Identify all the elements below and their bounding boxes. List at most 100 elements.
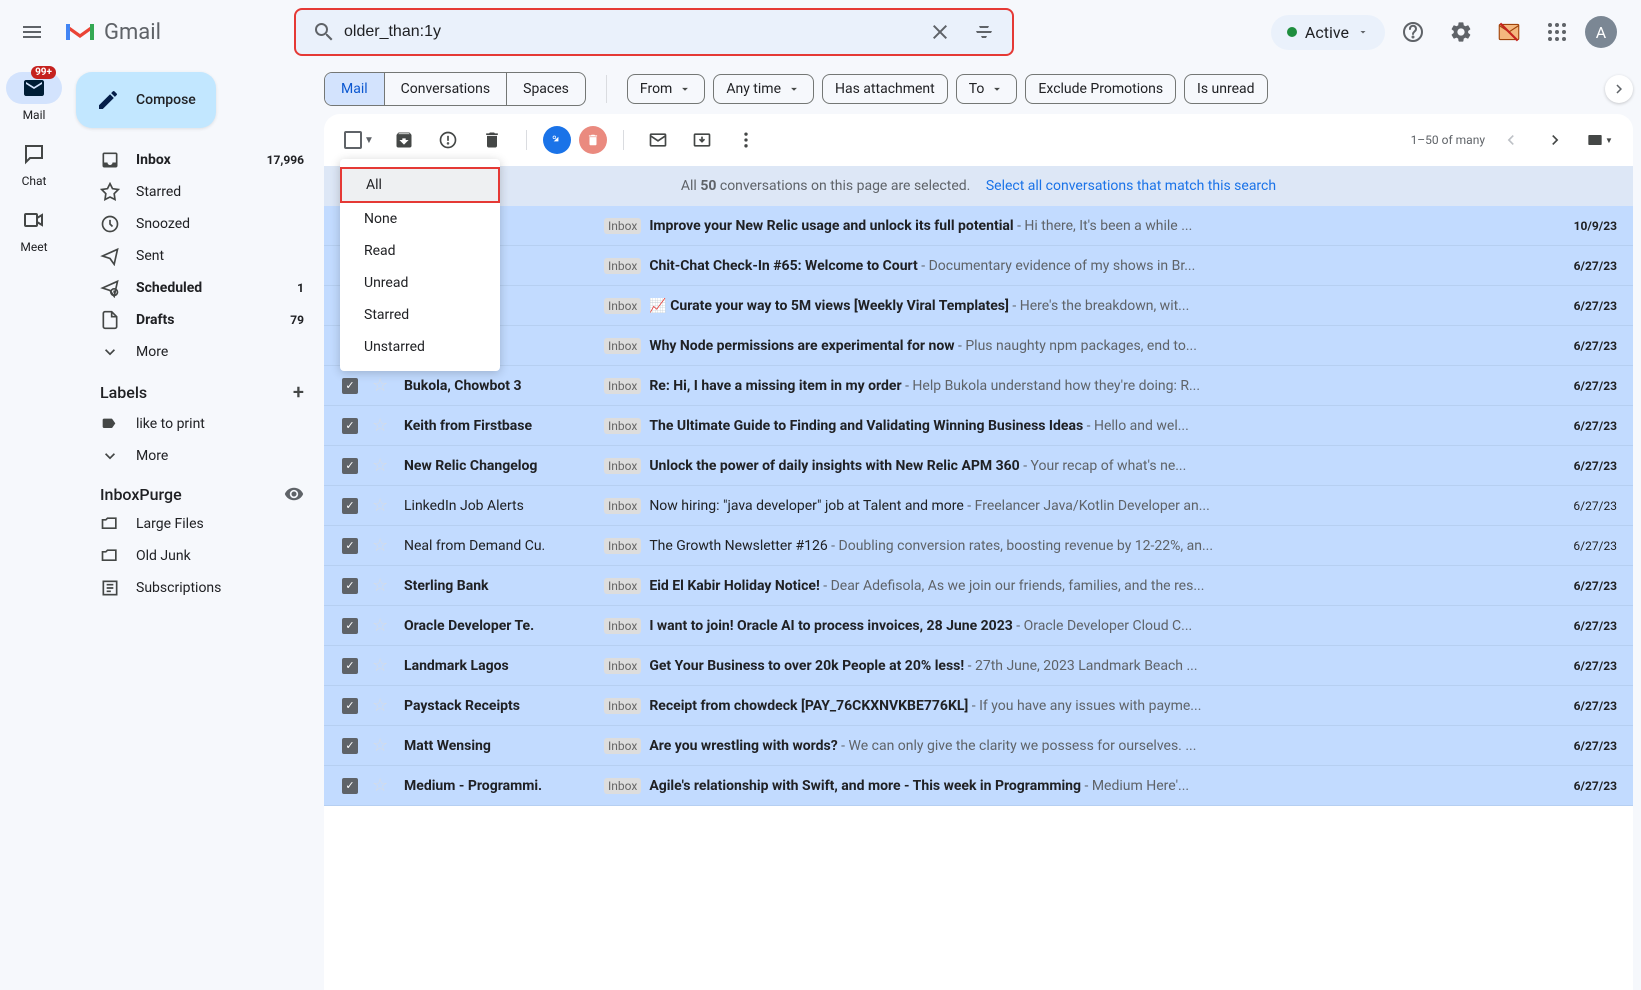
star-icon[interactable]: ☆ <box>372 735 392 756</box>
add-label-icon[interactable]: + <box>293 380 304 404</box>
sender: Sterling Bank <box>404 578 604 594</box>
filter-chip[interactable]: To <box>956 74 1018 104</box>
offline-mail-icon[interactable] <box>1489 12 1529 52</box>
filter-chip[interactable]: Has attachment <box>822 74 948 104</box>
star-icon[interactable]: ☆ <box>372 455 392 476</box>
rail-meet[interactable]: Meet <box>6 204 62 254</box>
row-checkbox[interactable] <box>340 578 360 594</box>
move-to-icon[interactable] <box>684 122 720 158</box>
inboxpurge-item[interactable]: Large Files <box>76 508 316 540</box>
eye-icon[interactable] <box>284 484 304 504</box>
row-checkbox[interactable] <box>340 658 360 674</box>
status-chip[interactable]: Active <box>1271 15 1385 50</box>
star-icon[interactable]: ☆ <box>372 375 392 396</box>
more-icon[interactable] <box>728 122 764 158</box>
apps-icon[interactable] <box>1537 12 1577 52</box>
email-row[interactable]: ☆ eshare Inbox 📈 Curate your way to 5M v… <box>324 286 1633 326</box>
dropdown-item-starred[interactable]: Starred <box>340 299 500 331</box>
inboxpurge-item[interactable]: Old Junk <box>76 540 316 572</box>
row-checkbox[interactable] <box>340 498 360 514</box>
dropdown-item-unread[interactable]: Unread <box>340 267 500 299</box>
star-icon[interactable]: ☆ <box>372 575 392 596</box>
support-icon[interactable] <box>1393 12 1433 52</box>
email-row[interactable]: ☆ Neal from Demand Cu. Inbox The Growth … <box>324 526 1633 566</box>
compose-button[interactable]: Compose <box>76 72 216 128</box>
sidebar-item-scheduled[interactable]: Scheduled1 <box>76 272 316 304</box>
search-options-icon[interactable] <box>964 12 1004 52</box>
filter-chip[interactable]: From <box>627 74 705 104</box>
dropdown-item-unstarred[interactable]: Unstarred <box>340 331 500 363</box>
search-input[interactable] <box>344 23 920 41</box>
email-row[interactable]: ☆ LinkedIn Job Alerts Inbox Now hiring: … <box>324 486 1633 526</box>
sidebar-item-sent[interactable]: Sent <box>76 240 316 272</box>
row-checkbox[interactable] <box>340 778 360 794</box>
dropdown-item-read[interactable]: Read <box>340 235 500 267</box>
star-icon[interactable]: ☆ <box>372 615 392 636</box>
email-row[interactable]: ☆ Sterling Bank Inbox Eid El Kabir Holid… <box>324 566 1633 606</box>
email-row[interactable]: ☆ om St. Inbox Chit-Chat Check-In #65: W… <box>324 246 1633 286</box>
row-checkbox[interactable] <box>340 738 360 754</box>
filter-tab-mail[interactable]: Mail <box>325 73 385 105</box>
archive-icon[interactable] <box>386 122 422 158</box>
main-menu-button[interactable] <box>8 8 56 56</box>
email-row[interactable]: ☆ Node Weekly Inbox Why Node permissions… <box>324 326 1633 366</box>
email-row[interactable]: ☆ Matt Wensing Inbox Are you wrestling w… <box>324 726 1633 766</box>
select-all-checkbox[interactable]: ▼ AllNoneReadUnreadStarredUnstarred <box>340 127 378 153</box>
sidebar-item-drafts[interactable]: Drafts79 <box>76 304 316 336</box>
email-row[interactable]: ☆ Medium - Programmi. Inbox Agile's rela… <box>324 766 1633 806</box>
nav-icon <box>100 246 120 266</box>
filter-tab-spaces[interactable]: Spaces <box>507 73 585 105</box>
rail-mail[interactable]: 99+ Mail <box>6 72 62 122</box>
search-icon[interactable] <box>304 12 344 52</box>
email-row[interactable]: ☆ Landmark Lagos Inbox Get Your Business… <box>324 646 1633 686</box>
select-all-link[interactable]: Select all conversations that match this… <box>986 178 1276 194</box>
dropdown-item-all[interactable]: All <box>340 167 500 203</box>
email-row[interactable]: ☆ New Relic Changelog Inbox Unlock the p… <box>324 446 1633 486</box>
delete-icon[interactable] <box>474 122 510 158</box>
star-icon[interactable]: ☆ <box>372 655 392 676</box>
star-icon[interactable]: ☆ <box>372 535 392 556</box>
clear-search-icon[interactable] <box>920 12 960 52</box>
sidebar-item-more[interactable]: More <box>76 336 316 368</box>
star-icon[interactable]: ☆ <box>372 775 392 796</box>
input-tools-icon[interactable]: ▼ <box>1581 122 1617 158</box>
bulk-delete-icon[interactable] <box>579 126 607 154</box>
filter-tab-conversations[interactable]: Conversations <box>385 73 507 105</box>
spam-icon[interactable] <box>430 122 466 158</box>
row-checkbox[interactable] <box>340 458 360 474</box>
sidebar-item-inbox[interactable]: Inbox17,996 <box>76 144 316 176</box>
star-icon[interactable]: ☆ <box>372 695 392 716</box>
prev-page-icon[interactable] <box>1493 122 1529 158</box>
row-checkbox[interactable] <box>340 418 360 434</box>
pencil-icon <box>96 88 120 112</box>
filter-chip[interactable]: Exclude Promotions <box>1025 74 1176 104</box>
search-bar <box>294 8 1014 56</box>
rail-chat[interactable]: Chat <box>6 138 62 188</box>
mark-read-icon[interactable] <box>640 122 676 158</box>
email-row[interactable]: ☆ Inbox Improve your New Relic usage and… <box>324 206 1633 246</box>
filter-chip[interactable]: Is unread <box>1184 74 1268 104</box>
chip-scroll-right[interactable] <box>1605 75 1633 103</box>
email-row[interactable]: ☆ Keith from Firstbase Inbox The Ultimat… <box>324 406 1633 446</box>
avatar[interactable]: A <box>1585 16 1617 48</box>
email-row[interactable]: ☆ Paystack Receipts Inbox Receipt from c… <box>324 686 1633 726</box>
star-icon[interactable]: ☆ <box>372 495 392 516</box>
sender: Medium - Programmi. <box>404 778 604 794</box>
row-checkbox[interactable] <box>340 538 360 554</box>
star-icon[interactable]: ☆ <box>372 415 392 436</box>
dropdown-item-none[interactable]: None <box>340 203 500 235</box>
label-item[interactable]: More <box>76 440 316 472</box>
unsubscribe-icon[interactable] <box>543 126 571 154</box>
next-page-icon[interactable] <box>1537 122 1573 158</box>
inboxpurge-item[interactable]: Subscriptions <box>76 572 316 604</box>
row-checkbox[interactable] <box>340 618 360 634</box>
sidebar-item-starred[interactable]: Starred <box>76 176 316 208</box>
row-checkbox[interactable] <box>340 378 360 394</box>
email-row[interactable]: ☆ Bukola, Chowbot 3 Inbox Re: Hi, I have… <box>324 366 1633 406</box>
label-item[interactable]: like to print <box>76 408 316 440</box>
filter-chip[interactable]: Any time <box>713 74 814 104</box>
settings-icon[interactable] <box>1441 12 1481 52</box>
row-checkbox[interactable] <box>340 698 360 714</box>
sidebar-item-snoozed[interactable]: Snoozed <box>76 208 316 240</box>
email-row[interactable]: ☆ Oracle Developer Te. Inbox I want to j… <box>324 606 1633 646</box>
